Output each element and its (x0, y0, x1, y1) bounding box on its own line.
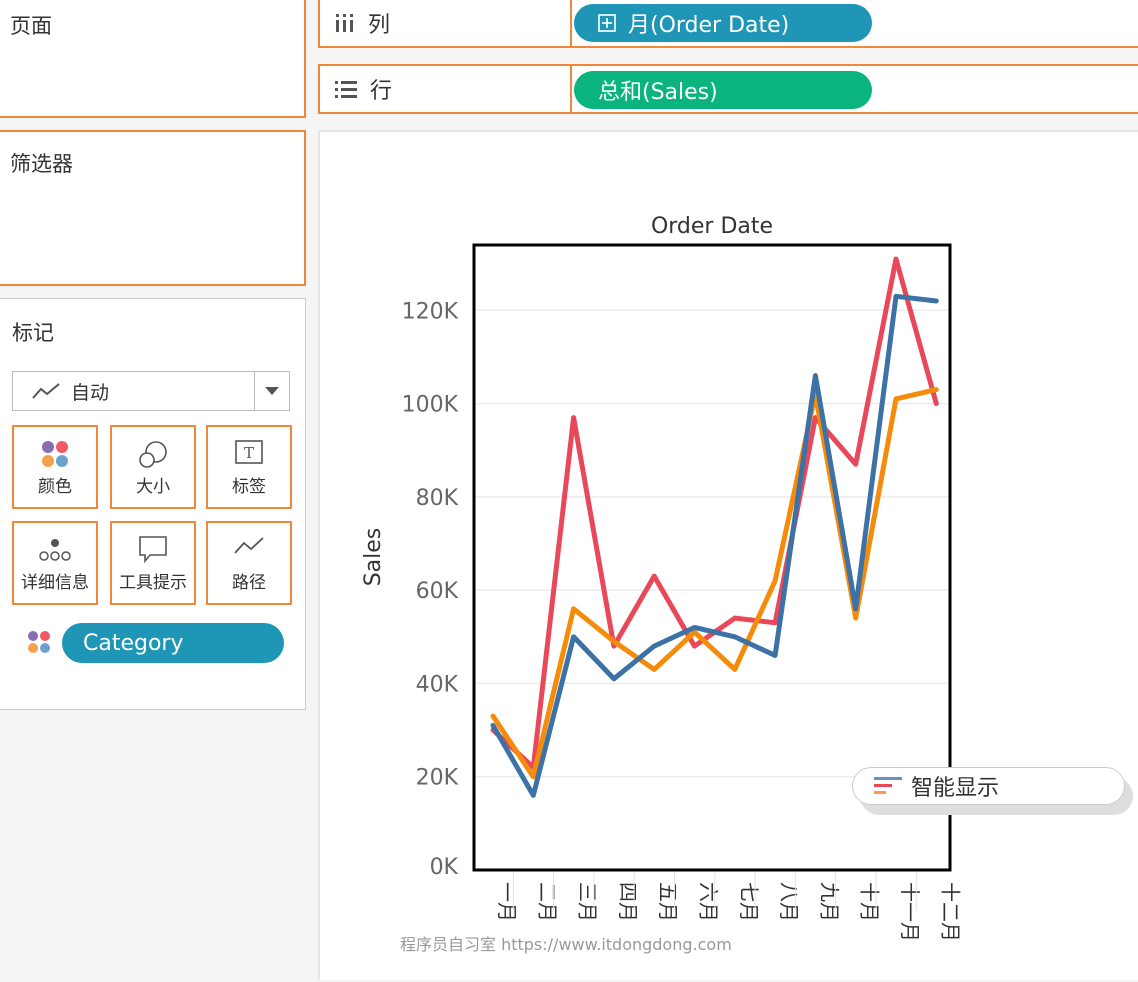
rows-icon (334, 79, 358, 99)
y-tick-label: 100K (402, 393, 459, 418)
mark-type-label: 自动 (71, 381, 110, 404)
path-icon (233, 535, 265, 561)
color-icon (40, 439, 70, 473)
path-card[interactable]: 路径 (206, 521, 292, 605)
watermark: 程序员自习室 https://www.itdongdong.com (400, 935, 732, 954)
y-tick-label: 80K (416, 486, 459, 511)
x-tick-label: 一月 (495, 882, 519, 922)
x-tick-label: 三月 (576, 882, 600, 922)
month-order-date-pill[interactable]: 月(Order Date) (574, 4, 872, 42)
marks-panel-title: 标记 (12, 321, 54, 345)
view-canvas[interactable]: 0K 20K 40K 60K 80K 100K 120K Order Date Sales 一月二… (318, 130, 1138, 980)
pages-panel-title: 页面 (10, 14, 52, 38)
x-tick-label: 十一月 (898, 882, 922, 942)
label-card-label: 标签 (232, 477, 266, 497)
color-card-label: 颜色 (38, 477, 72, 497)
columns-shelf-label: 列 (368, 13, 391, 38)
x-tick-label: 十二月 (938, 882, 962, 942)
expand-plus-icon[interactable] (598, 14, 616, 32)
x-tick-label: 五月 (656, 882, 680, 922)
tooltip-card-label: 工具提示 (119, 573, 187, 593)
size-card-label: 大小 (136, 477, 170, 497)
size-card[interactable]: 大小 (110, 425, 196, 509)
path-card-label: 路径 (232, 573, 266, 593)
label-card[interactable]: T 标签 (206, 425, 292, 509)
svg-text:T: T (244, 444, 254, 462)
y-tick-label: 0K (430, 855, 459, 880)
x-tick-label: 二月 (535, 882, 559, 922)
y-tick-label: 20K (416, 766, 459, 791)
chart-title: Order Date (651, 214, 773, 239)
tooltip-icon (138, 535, 168, 567)
filters-panel[interactable]: 筛选器 (0, 130, 306, 286)
mark-type-dropdown[interactable]: 自动 (12, 371, 290, 411)
text-label-icon: T (234, 439, 264, 469)
rows-shelf[interactable]: 行 总和(Sales) (318, 64, 1138, 114)
x-tick-label: 八月 (777, 882, 801, 922)
columns-shelf-header: 列 (320, 0, 572, 46)
columns-shelf[interactable]: 列 月(Order Date) (318, 0, 1138, 48)
category-color-pill[interactable]: Category (62, 623, 284, 663)
filters-panel-title: 筛选器 (10, 152, 73, 176)
tooltip-card[interactable]: 工具提示 (110, 521, 196, 605)
rows-shelf-header: 行 (320, 66, 572, 112)
x-tick-label: 六月 (697, 882, 721, 922)
rows-shelf-label: 行 (370, 79, 393, 104)
show-me-button[interactable]: 智能显示 (852, 767, 1125, 805)
y-tick-label: 40K (416, 672, 459, 697)
y-tick-label: 60K (416, 579, 459, 604)
detail-card[interactable]: 详细信息 (12, 521, 98, 605)
pages-panel[interactable]: 页面 (0, 0, 306, 118)
x-tick-label: 九月 (817, 882, 841, 922)
marks-panel: 标记 自动 颜色 大小 T 标签 详细信息 工具提示 路径 Category (0, 298, 306, 710)
line-chart-icon (31, 381, 61, 401)
show-me-icon (873, 774, 903, 798)
x-tick-label: 七月 (737, 882, 761, 922)
rows-pill-label: 总和(Sales) (598, 80, 718, 105)
columns-pill-label: 月(Order Date) (628, 13, 790, 38)
y-tick-label: 120K (402, 299, 459, 324)
series-line-1 (490, 387, 939, 780)
sum-sales-pill[interactable]: 总和(Sales) (574, 71, 872, 109)
color-card[interactable]: 颜色 (12, 425, 98, 509)
detail-icon (38, 535, 72, 567)
detail-card-label: 详细信息 (21, 573, 89, 593)
color-field-icon (26, 629, 52, 659)
y-axis-label: Sales (361, 528, 386, 587)
line-chart[interactable]: 0K 20K 40K 60K 80K 100K 120K Order Date Sales 一月二… (320, 132, 1138, 982)
show-me-label: 智能显示 (911, 776, 1000, 801)
columns-icon (334, 12, 356, 34)
x-tick-label: 十月 (858, 882, 882, 922)
category-pill-label: Category (83, 630, 184, 656)
size-icon (137, 439, 169, 475)
x-tick-label: 四月 (616, 882, 640, 922)
chevron-down-icon[interactable] (254, 372, 289, 410)
